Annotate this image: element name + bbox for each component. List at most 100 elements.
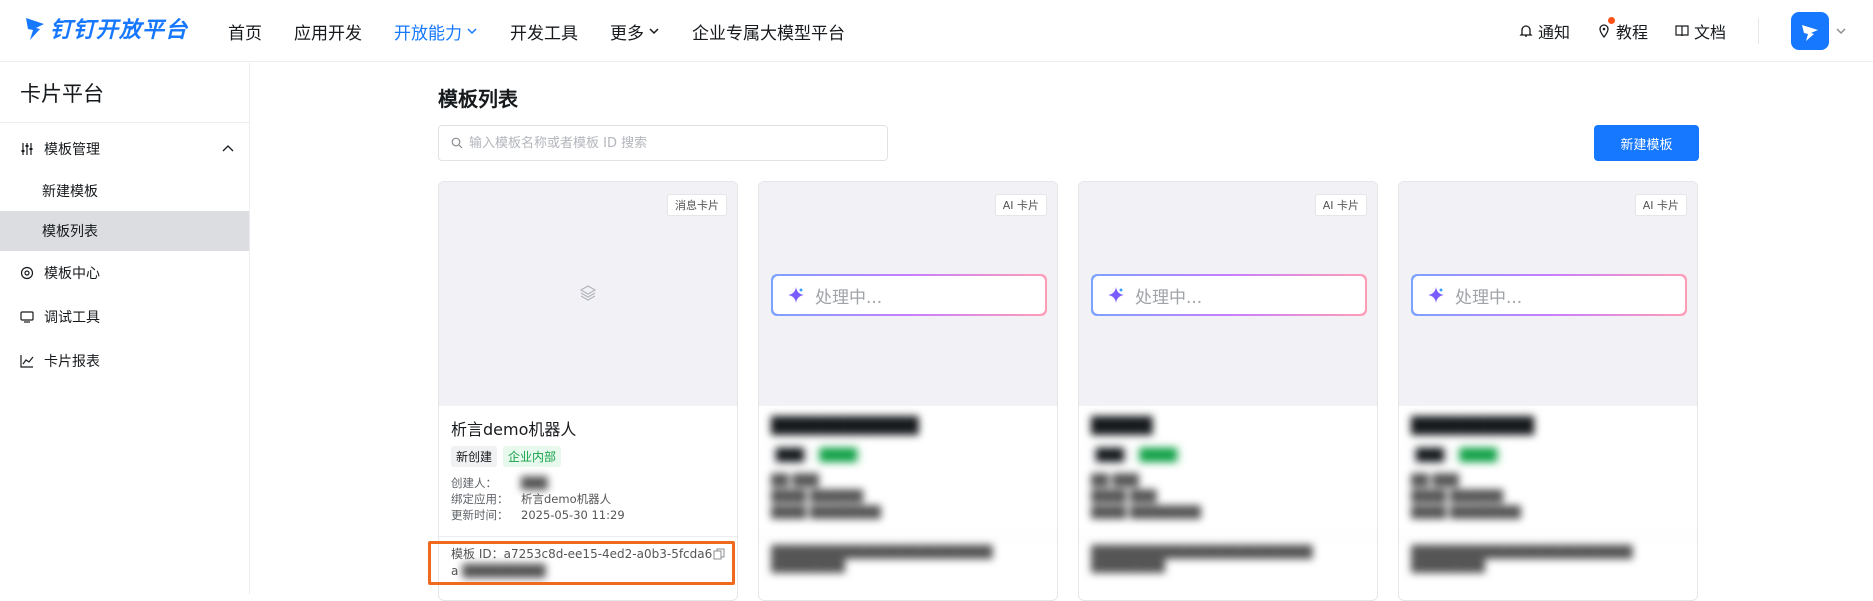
chevron-down-icon[interactable]: [1835, 25, 1847, 37]
card-body: ██████████ ███ ████ ██ ███ ████ ██████ ████…: [1399, 406, 1697, 530]
sidebar-group-label: 调试工具: [44, 310, 100, 326]
chevron-up-icon: [222, 145, 234, 152]
ai-processing-box: 处理中...: [771, 274, 1047, 316]
template-id-continued: a: [451, 564, 459, 578]
sidebar: 卡片平台 模板管理 新建模板 模板列表 模板中心 调试工具 卡片报表: [0, 63, 250, 594]
ai-sparkle-icon: [1108, 287, 1124, 303]
card-title: █████: [1091, 416, 1153, 435]
template-id: 模板 ID：a7253c8d-ee15-4ed2-a0b3-5fcda6: [451, 547, 713, 561]
book-icon: [1675, 25, 1689, 37]
card-footer: ████████████████████████ ████████: [759, 536, 1057, 581]
search-box[interactable]: [438, 125, 888, 161]
sidebar-group-template-center[interactable]: 模板中心: [0, 251, 249, 295]
sidebar-group-label: 模板管理: [44, 142, 100, 158]
nav-enterprise-llm[interactable]: 企业专属大模型平台: [692, 19, 845, 44]
card-type-tag: 消息卡片: [667, 194, 727, 216]
processing-text: 处理中...: [1455, 287, 1523, 308]
card-badges: 新创建 企业内部: [451, 446, 725, 467]
sidebar-group-label: 卡片报表: [44, 354, 100, 370]
update-time-label: 更新时间：: [451, 508, 509, 522]
sidebar-group-debug-tools[interactable]: 调试工具: [0, 295, 249, 339]
card-meta: 创建人： ███ 绑定应用： 析言demo机器人 更新时间： 2025-05-30 1…: [451, 475, 725, 523]
nav-dev-tools-label: 开发工具: [510, 23, 578, 44]
template-card[interactable]: AI 卡片 处理中... ██████████ ███ ████ ██ ███ ██…: [1398, 181, 1698, 601]
chevron-down-icon: [467, 28, 477, 35]
sidebar-group-label: 模板中心: [44, 266, 100, 282]
nav-app-dev-label: 应用开发: [294, 23, 362, 44]
logo-text: 钉钉开放平台: [50, 18, 189, 43]
processing-text: 处理中...: [1135, 287, 1203, 308]
card-type-tag: AI 卡片: [1314, 194, 1367, 216]
status-badge: ███: [1091, 446, 1129, 464]
template-card[interactable]: AI 卡片 处理中... ████████████ ███ ████ ██ ███…: [758, 181, 1058, 601]
search-icon: [451, 137, 463, 149]
nav-more[interactable]: 更多: [610, 19, 660, 44]
ai-processing-box: 处理中...: [1091, 274, 1367, 316]
bound-app-value: 析言demo机器人: [521, 492, 612, 506]
new-template-button[interactable]: 新建模板: [1594, 125, 1699, 161]
layers-icon: [579, 285, 597, 301]
template-id-redacted: █████████: [462, 564, 546, 578]
dingtalk-open-platform-logo[interactable]: 钉钉开放平台: [24, 12, 188, 44]
card-footer: ████████████████████████ ████████: [1399, 536, 1697, 581]
card-body: ████████████ ███ ████ ██ ███ ████ ██████ ██…: [759, 406, 1057, 530]
sidebar-group-card-report[interactable]: 卡片报表: [0, 339, 249, 383]
card-title: 析言demo机器人: [451, 420, 577, 439]
location-pin-icon: [1599, 24, 1609, 39]
page-title: 模板列表: [438, 87, 518, 111]
notify-button[interactable]: 通知: [1518, 19, 1570, 43]
ai-sparkle-icon: [1428, 287, 1444, 303]
sidebar-item-new-template[interactable]: 新建模板: [0, 171, 249, 211]
user-avatar[interactable]: [1791, 12, 1829, 50]
nav-open-capability[interactable]: 开放能力: [394, 19, 478, 44]
bound-app-label: 绑定应用：: [451, 492, 509, 506]
update-time-value: 2025-05-30 11:29: [521, 508, 625, 522]
nav-app-dev[interactable]: 应用开发: [294, 19, 362, 44]
ai-processing-box: 处理中...: [1411, 274, 1687, 316]
copy-icon[interactable]: [713, 548, 725, 560]
card-footer: ████████████████████████ ████████: [1079, 536, 1377, 581]
scope-badge: ████: [1454, 446, 1502, 464]
top-navbar: 钉钉开放平台 首页 应用开发 开放能力 开发工具 更多 企业专属大模型平台 通知…: [0, 0, 1873, 62]
scope-badge: 企业内部: [503, 446, 562, 467]
card-title: ████████████: [771, 416, 919, 435]
scope-badge: ████: [1134, 446, 1182, 464]
line-chart-icon: [20, 355, 34, 368]
card-body: █████ ███ ████ ██ ███ ████ ███ ████ ███████…: [1079, 406, 1377, 530]
nav-home[interactable]: 首页: [228, 19, 262, 44]
dingtalk-logo-icon: [26, 18, 44, 40]
card-preview: AI 卡片 处理中...: [759, 182, 1057, 406]
processing-text: 处理中...: [815, 287, 883, 308]
nav-right: 通知 教程 文档: [1492, 0, 1847, 62]
creator-label: 创建人：: [451, 476, 497, 490]
sidebar-group-template-management[interactable]: 模板管理: [0, 127, 249, 171]
card-preview: AI 卡片 处理中...: [1079, 182, 1377, 406]
main-content: 模板列表 新建模板 消息卡片 析言demo机器人 新创建 企业内部 创建人： ██…: [251, 63, 1873, 601]
nav-open-capability-label: 开放能力: [394, 23, 462, 44]
template-card[interactable]: AI 卡片 处理中... █████ ███ ████ ██ ███ ████ ██…: [1078, 181, 1378, 601]
sliders-icon: [21, 143, 33, 155]
search-input[interactable]: [469, 135, 869, 151]
new-dot-badge: [1607, 17, 1615, 24]
dingtalk-avatar-icon: [1802, 25, 1818, 41]
docs-button[interactable]: 文档: [1674, 19, 1726, 43]
sidebar-item-template-list[interactable]: 模板列表: [0, 211, 249, 251]
chevron-down-icon: [649, 28, 659, 35]
nav-more-label: 更多: [610, 23, 644, 44]
card-type-tag: AI 卡片: [1634, 194, 1687, 216]
card-type-tag: AI 卡片: [994, 194, 1047, 216]
docs-label: 文档: [1693, 23, 1726, 42]
monitor-icon: [20, 311, 34, 323]
status-badge: 新创建: [451, 446, 498, 467]
template-card[interactable]: 消息卡片 析言demo机器人 新创建 企业内部 创建人： ███ 绑定应用： 析言d…: [438, 181, 738, 601]
target-icon: [20, 266, 34, 280]
nav-dev-tools[interactable]: 开发工具: [510, 19, 578, 44]
card-body: 析言demo机器人 新创建 企业内部 创建人： ███ 绑定应用： 析言demo机器…: [439, 406, 737, 533]
bell-icon: [1519, 25, 1533, 37]
nav-enterprise-llm-label: 企业专属大模型平台: [692, 23, 845, 44]
tutorial-button[interactable]: 教程: [1596, 17, 1648, 43]
card-title: ██████████: [1411, 416, 1535, 435]
creator-value: ███: [521, 476, 548, 490]
main-nav: 首页 应用开发 开放能力 开发工具 更多 企业专属大模型平台: [228, 0, 877, 62]
card-footer: 模板 ID：a7253c8d-ee15-4ed2-a0b3-5fcda6 a ██…: [439, 536, 737, 586]
